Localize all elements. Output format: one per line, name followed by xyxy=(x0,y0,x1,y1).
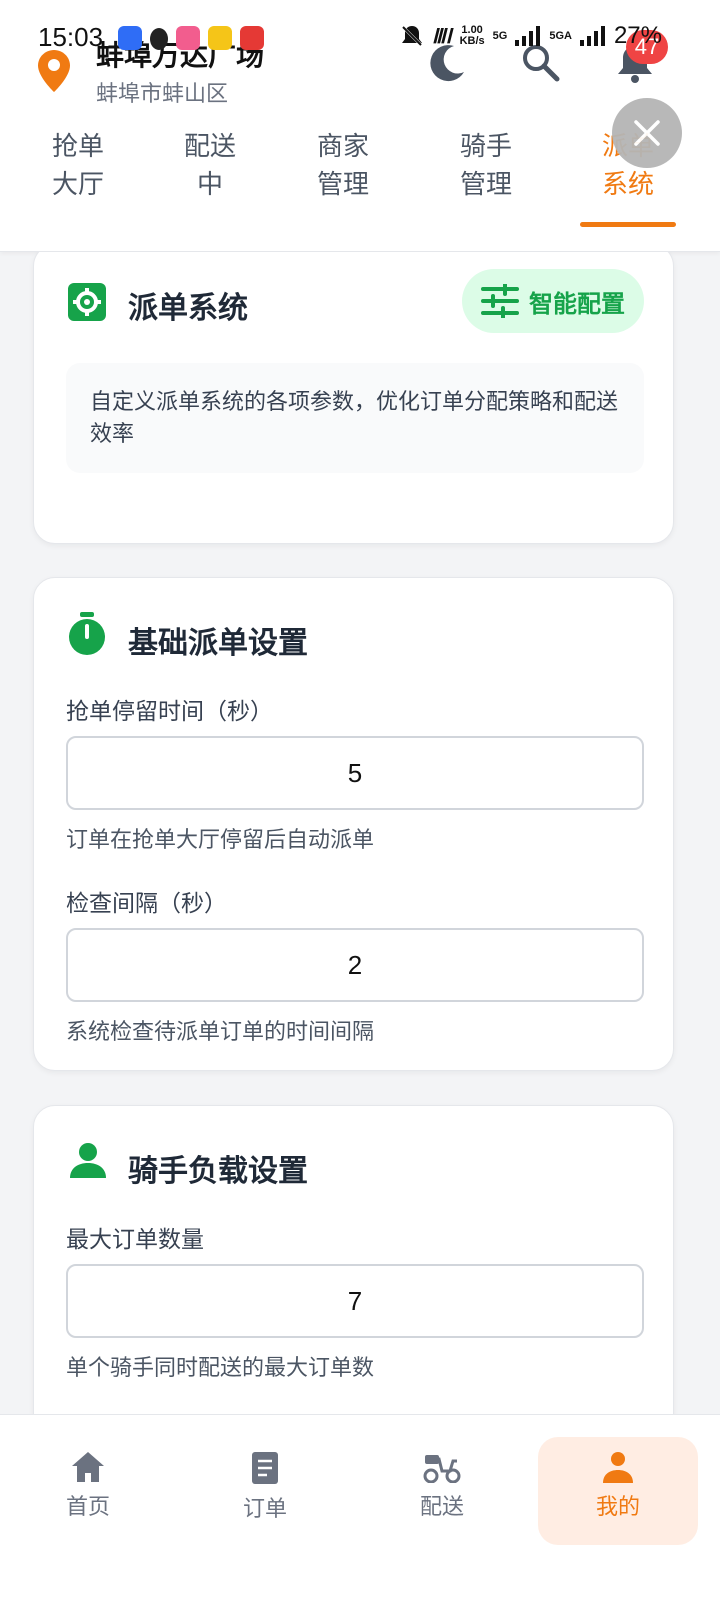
network-speed: 1.00 KB/s xyxy=(459,24,485,47)
close-button[interactable] xyxy=(612,98,682,168)
top-tabs: 抢单 大厅 配送 中 商家 管理 骑手 管理 派单 系统 xyxy=(0,128,720,228)
status-app-icons xyxy=(118,26,264,50)
grab-stay-input[interactable] xyxy=(66,736,644,810)
signal-icon xyxy=(515,26,541,46)
max-orders-help: 单个骑手同时配送的最大订单数 xyxy=(66,1356,375,1381)
max-orders-input[interactable] xyxy=(66,1264,644,1338)
max-orders-label: 最大订单数量 xyxy=(66,1227,204,1253)
bottom-navigation: 首页 订单 配送 我的 xyxy=(0,1414,720,1600)
receipt-icon xyxy=(252,1452,278,1484)
grab-stay-help: 订单在抢单大厅停留后自动派单 xyxy=(66,828,375,853)
battery-percent: 27% xyxy=(613,22,662,49)
card-title: 派单系统 xyxy=(128,291,248,326)
card-title: 骑手负载设置 xyxy=(128,1154,308,1189)
nav-orders[interactable]: 订单 xyxy=(185,1437,345,1545)
nfc-icon: ⅢⅠ xyxy=(431,25,452,48)
grab-stay-label: 抢单停留时间（秒） xyxy=(66,699,273,725)
signal-5g-label: 5G xyxy=(492,30,508,42)
close-icon xyxy=(634,120,660,146)
bilibili-icon xyxy=(176,26,200,50)
smart-config-label: 智能配置 xyxy=(529,289,625,318)
tab-grab-hall[interactable]: 抢单 大厅 xyxy=(28,128,128,204)
main-content[interactable]: 派单系统 智能配置 自定义派单系统的各项参数，优化订单分配策略和配送效率 基础派… xyxy=(0,252,720,1414)
location-area: 蚌埠市蚌山区 xyxy=(96,82,229,107)
tab-rider-management[interactable]: 骑手 管理 xyxy=(436,128,536,204)
signal-5ga-label: 5GA xyxy=(549,30,572,42)
dispatch-description: 自定义派单系统的各项参数，优化订单分配策略和配送效率 xyxy=(66,363,644,473)
basic-dispatch-settings-card: 基础派单设置 抢单停留时间（秒） 订单在抢单大厅停留后自动派单 检查间隔（秒） … xyxy=(33,577,674,1071)
check-interval-help: 系统检查待派单订单的时间间隔 xyxy=(66,1020,375,1045)
home-icon xyxy=(72,1452,104,1482)
qq-icon xyxy=(150,28,168,50)
signal-icon xyxy=(579,26,605,46)
check-interval-input[interactable] xyxy=(66,928,644,1002)
gear-icon xyxy=(68,283,106,321)
card-title: 基础派单设置 xyxy=(128,626,308,661)
rider-load-settings-card: 骑手负载设置 最大订单数量 单个骑手同时配送的最大订单数 xyxy=(33,1105,674,1414)
scooter-icon xyxy=(423,1455,461,1483)
app-notification-icon xyxy=(208,26,232,50)
status-time: 15:03 xyxy=(38,22,104,52)
active-tab-indicator xyxy=(580,222,676,227)
person-icon xyxy=(70,1143,106,1178)
status-indicators: ⅢⅠ 1.00 KB/s 5G 5GA 27% xyxy=(400,22,662,50)
nav-mine[interactable]: 我的 xyxy=(538,1437,698,1545)
sliders-icon xyxy=(481,284,519,318)
nav-delivery[interactable]: 配送 xyxy=(362,1437,522,1545)
status-bar: 15:03 ⅢⅠ 1.00 KB/s 5G 5GA 27% xyxy=(0,0,720,60)
tab-merchant-management[interactable]: 商家 管理 xyxy=(293,128,393,204)
tab-delivering[interactable]: 配送 中 xyxy=(160,128,260,204)
mute-bell-icon xyxy=(400,24,423,48)
person-icon xyxy=(603,1452,633,1483)
stopwatch-icon xyxy=(69,612,105,655)
app-notification-icon xyxy=(240,26,264,50)
check-interval-label: 检查间隔（秒） xyxy=(66,891,227,917)
nav-home[interactable]: 首页 xyxy=(8,1437,168,1545)
dispatch-system-card: 派单系统 智能配置 自定义派单系统的各项参数，优化订单分配策略和配送效率 xyxy=(33,252,674,544)
smart-config-button[interactable]: 智能配置 xyxy=(462,269,644,333)
app-notification-icon xyxy=(118,26,142,50)
